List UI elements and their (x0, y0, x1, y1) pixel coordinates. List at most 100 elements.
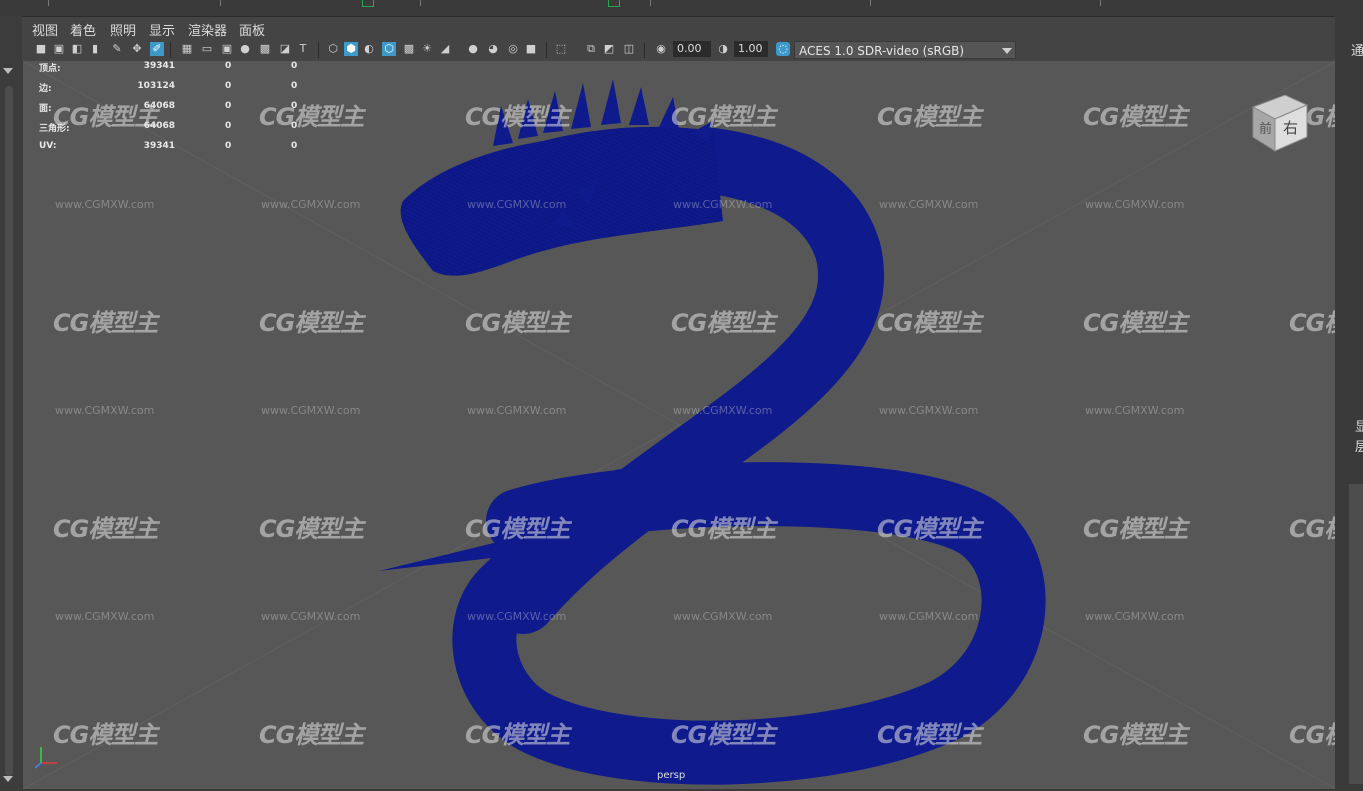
watermark-url: www.CGMXW.com (673, 404, 773, 417)
ambient-occlusion-icon[interactable]: ● (466, 42, 480, 56)
watermark-logo: CG模型主 (465, 515, 570, 543)
menu-view[interactable]: 视图 (32, 20, 58, 39)
default-material-icon[interactable]: ◐ (362, 42, 376, 56)
viewport-toolbar: ■ ▣ ◧ ▮ ✎ ✥ ✐ ▦ ▭ ▣ ● ▩ ◪ T ⬡ ⬢ ◐ ⬡ ▩ ☀ … (22, 39, 1335, 61)
watermark-url: www.CGMXW.com (879, 198, 979, 211)
lights-icon[interactable]: ☀ (420, 42, 434, 56)
camera-select-icon[interactable]: ■ (34, 42, 48, 56)
menu-lighting[interactable]: 照明 (110, 20, 136, 39)
watermark-url: www.CGMXW.com (467, 610, 567, 623)
exposure-field[interactable]: 0.00 (673, 41, 711, 57)
watermark-logo: CG模型主 (465, 721, 570, 749)
menu-show[interactable]: 显示 (149, 20, 175, 39)
hud-row-triangles: 三角形: 64068 0 0 (39, 121, 298, 134)
depth-of-field-icon[interactable]: ■ (524, 42, 538, 56)
field-chart-icon[interactable]: ▩ (258, 42, 272, 56)
watermark-logo: CG模型主 (1083, 721, 1188, 749)
film-gate-icon[interactable]: ▭ (200, 42, 214, 56)
safe-action-icon[interactable]: ◪ (278, 42, 292, 56)
3d-viewport[interactable]: CG模型主 CG模型主 CG模型主 CG模型主 CG模型主 CG模型主 CG模型… (22, 61, 1336, 789)
watermark-logo: CG模型主 (259, 721, 364, 749)
watermark-logo: CG模型主 (877, 103, 982, 131)
right-panel-char: 层 (1355, 440, 1363, 455)
watermark-url: www.CGMXW.com (261, 198, 361, 211)
bookmark-icon[interactable]: ◧ (70, 42, 84, 56)
menu-shading[interactable]: 着色 (70, 20, 96, 39)
hud-row-edges: 边: 103124 0 0 (39, 81, 298, 94)
axis-gizmo-icon (34, 747, 57, 769)
viewcube[interactable]: 前 右 (1245, 89, 1311, 155)
shadows-icon[interactable]: ◢ (438, 42, 452, 56)
watermark-url: www.CGMXW.com (55, 404, 155, 417)
watermark-url: www.CGMXW.com (1085, 610, 1185, 623)
watermark-logo: CG模型主 (259, 309, 364, 337)
resolution-gate-icon[interactable]: ▣ (220, 42, 234, 56)
watermark-logo: CG模型主 (1289, 309, 1336, 337)
xray-components-icon[interactable]: ◫ (622, 42, 636, 56)
right-side-panel: 通 显 层 (1335, 16, 1363, 791)
wireframe-icon[interactable]: ⬡ (326, 42, 340, 56)
gamma-icon[interactable]: ◑ (716, 42, 730, 56)
smooth-shade-icon[interactable]: ⬢ (344, 42, 358, 56)
xray-icon[interactable]: ⧉ (584, 42, 598, 56)
watermark-url: www.CGMXW.com (261, 404, 361, 417)
menu-panels[interactable]: 面板 (239, 20, 265, 39)
watermark-url: www.CGMXW.com (879, 404, 979, 417)
left-scrollbar[interactable] (0, 16, 22, 791)
watermark-url: www.CGMXW.com (1085, 198, 1185, 211)
watermark-logo: CG模型主 (53, 309, 158, 337)
wireframe-on-shaded-icon[interactable]: ⬡ (382, 42, 396, 56)
scroll-track[interactable] (5, 86, 13, 776)
watermark-url: www.CGMXW.com (467, 198, 567, 211)
colorspace-select[interactable]: ACES 1.0 SDR-video (sRGB) (794, 41, 1016, 59)
watermark-logo: CG模型主 (465, 103, 570, 131)
hud-row-faces: 面: 64068 0 0 (39, 101, 298, 114)
2d-pan-zoom-icon[interactable]: ✥ (130, 42, 144, 56)
viewport-scene (23, 61, 1336, 789)
image-plane-icon[interactable]: ▮ (88, 42, 102, 56)
watermark-url: www.CGMXW.com (879, 610, 979, 623)
right-panel-scrollbar[interactable] (1349, 484, 1363, 784)
textured-icon[interactable]: ▩ (402, 42, 416, 56)
panel-menubar: 视图 着色 照明 显示 渲染器 面板 (22, 17, 1335, 39)
watermark-logo: CG模型主 (671, 515, 776, 543)
watermark-url: www.CGMXW.com (1085, 404, 1185, 417)
safe-title-icon[interactable]: T (296, 42, 310, 56)
watermark-url: www.CGMXW.com (55, 198, 155, 211)
watermark-logo: CG模型主 (1083, 103, 1188, 131)
watermark-url: www.CGMXW.com (673, 198, 773, 211)
camera-attributes-icon[interactable]: ▣ (52, 42, 66, 56)
grid-icon[interactable]: ▦ (180, 42, 194, 56)
pencil-icon[interactable]: ✐ (150, 42, 164, 56)
isolate-select-icon[interactable]: ⬚ (554, 42, 568, 56)
hud-row-vertices: 顶点: 39341 0 0 (39, 61, 298, 74)
scroll-down-icon[interactable] (3, 776, 13, 782)
gate-mask-icon[interactable]: ● (238, 42, 252, 56)
watermark-url: www.CGMXW.com (467, 404, 567, 417)
chevron-down-icon (1002, 48, 1012, 54)
watermark-logo: CG模型主 (877, 309, 982, 337)
viewcube-front-label: 前 (1259, 121, 1272, 137)
motion-blur-icon[interactable]: ◕ (486, 42, 500, 56)
watermark-logo: CG模型主 (671, 103, 776, 131)
anti-aliasing-icon[interactable]: ◎ (506, 42, 520, 56)
gamma-field[interactable]: 1.00 (734, 41, 768, 57)
watermark-url: www.CGMXW.com (673, 610, 773, 623)
watermark-logo: CG模型主 (877, 515, 982, 543)
color-management-icon[interactable]: ◌ (776, 42, 790, 56)
right-panel-char: 显 (1355, 420, 1363, 435)
watermark-logo: CG模型主 (53, 721, 158, 749)
menu-renderer[interactable]: 渲染器 (188, 20, 227, 39)
top-timeline-strip (0, 0, 1363, 17)
viewcube-right-label: 右 (1283, 119, 1298, 137)
watermark-logo: CG模型主 (1083, 309, 1188, 337)
watermark-logo: CG模型主 (1289, 721, 1336, 749)
exposure-icon[interactable]: ◉ (654, 42, 668, 56)
grease-pencil-icon[interactable]: ✎ (110, 42, 124, 56)
watermark-logo: CG模型主 (671, 309, 776, 337)
hud-row-uvs: UV: 39341 0 0 (39, 141, 298, 151)
xray-joints-icon[interactable]: ◩ (602, 42, 616, 56)
scroll-up-icon[interactable] (3, 68, 13, 74)
watermark-logo: CG模型主 (1083, 515, 1188, 543)
camera-label: persp (657, 770, 686, 781)
